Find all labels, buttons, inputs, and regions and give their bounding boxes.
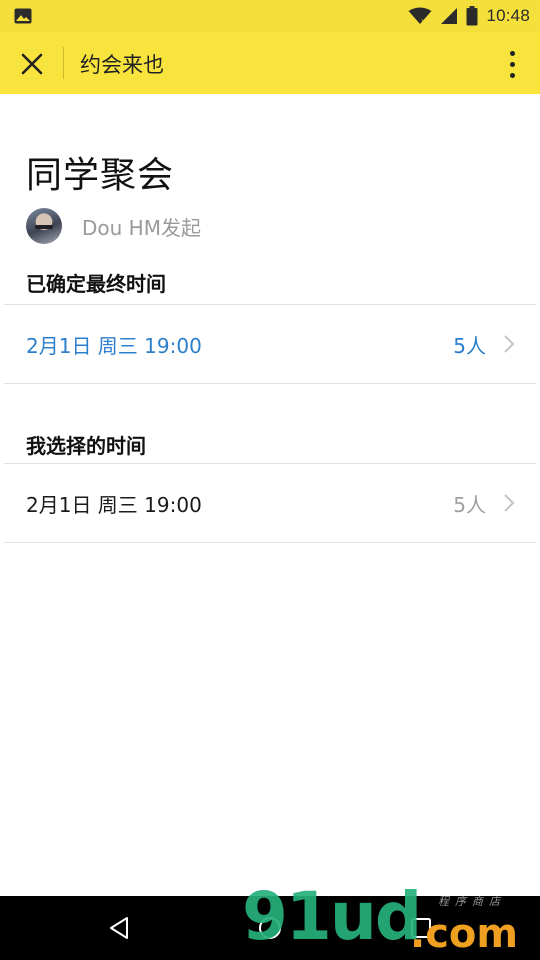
close-icon xyxy=(21,53,43,75)
page-title: 约会来也 xyxy=(80,53,164,77)
close-button[interactable] xyxy=(10,42,54,86)
my-time-count: 5人 xyxy=(453,492,486,517)
organizer-label: Dou HM发起 xyxy=(82,215,201,240)
organizer-row: Dou HM发起 xyxy=(26,208,201,244)
more-options-button[interactable] xyxy=(498,44,526,84)
my-time-value: 2月1日 周三 19:00 xyxy=(26,492,202,517)
svg-text:x: x xyxy=(421,17,426,25)
more-vertical-icon xyxy=(509,72,515,78)
my-time-heading: 我选择的时间 xyxy=(26,434,146,458)
wifi-icon: x xyxy=(408,7,432,25)
app-bar: 约会来也 xyxy=(0,32,540,94)
back-icon xyxy=(110,917,128,939)
my-time-row[interactable]: 2月1日 周三 19:00 5人 xyxy=(4,464,536,542)
chevron-right-icon xyxy=(504,494,515,512)
status-bar: x 10:48 xyxy=(0,0,540,32)
event-title: 同学聚会 xyxy=(26,155,175,196)
more-vertical-icon xyxy=(509,61,515,67)
image-icon xyxy=(14,8,32,24)
divider xyxy=(4,542,536,543)
signal-icon xyxy=(441,8,458,24)
status-time: 10:48 xyxy=(486,6,530,25)
divider xyxy=(4,383,536,384)
battery-icon xyxy=(466,6,478,26)
watermark-tagline: 程序商店 xyxy=(438,895,506,908)
final-time-heading: 已确定最终时间 xyxy=(26,272,166,296)
watermark-domain: .com xyxy=(410,911,519,957)
back-button[interactable] xyxy=(99,908,139,948)
avatar[interactable] xyxy=(26,208,62,244)
more-vertical-icon xyxy=(509,50,515,56)
final-time-count: 5人 xyxy=(453,333,486,358)
watermark-logo: 91ud xyxy=(242,878,422,955)
final-time-row[interactable]: 2月1日 周三 19:00 5人 xyxy=(4,305,536,383)
app-bar-divider xyxy=(63,47,64,79)
chevron-right-icon xyxy=(504,335,515,353)
final-time-value: 2月1日 周三 19:00 xyxy=(26,333,202,358)
